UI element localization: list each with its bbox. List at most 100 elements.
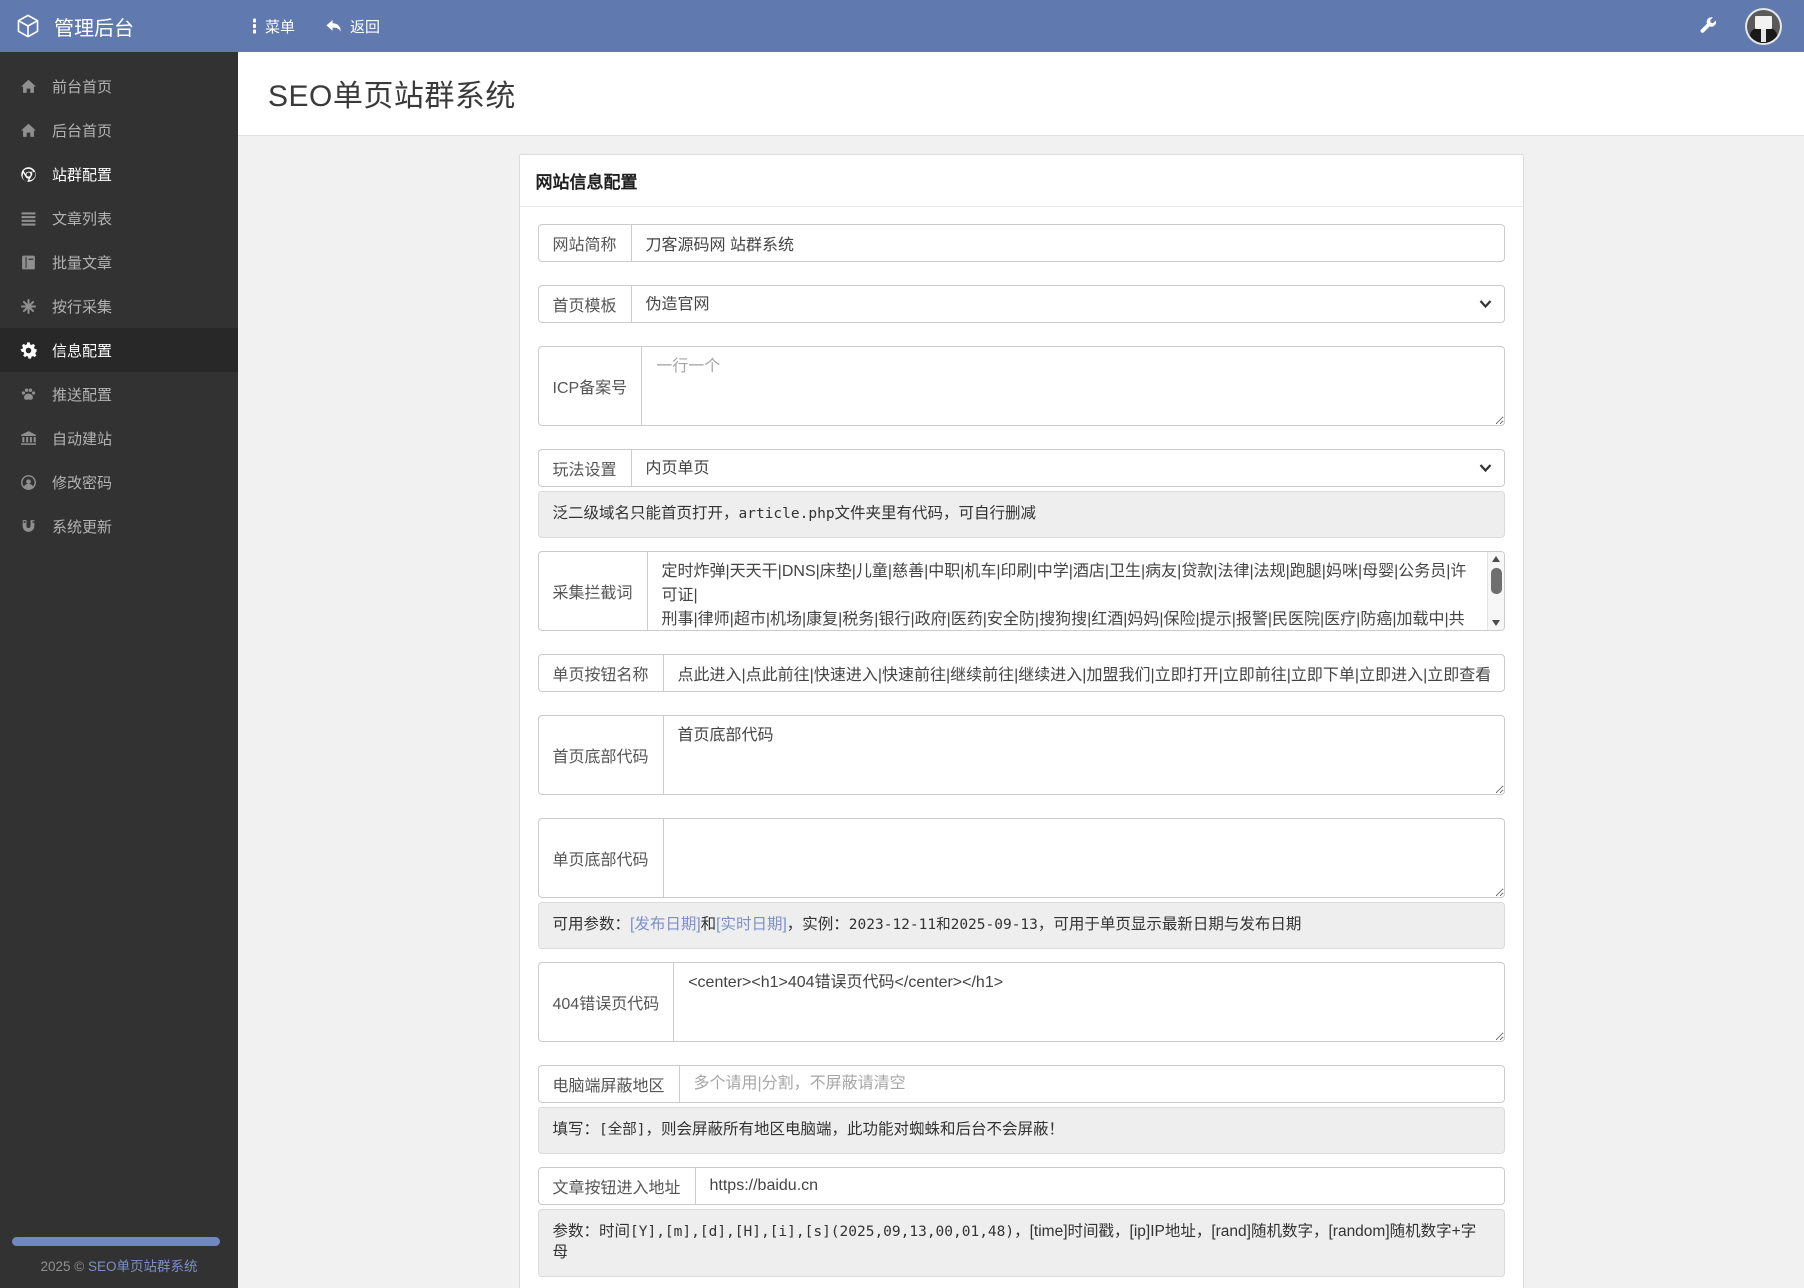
date-params-help: 可用参数：[发布日期]和[实时日期]，实例：2023-12-11和2025-09… — [537, 901, 1505, 949]
scroll-down-arrow[interactable] — [1491, 619, 1500, 626]
top-navbar: 管理后台 菜单 返回 — [0, 0, 1804, 52]
home-footer-code-label: 首页底部代码 — [537, 714, 663, 795]
gear-icon — [20, 341, 37, 359]
copyright-text: 2025 © — [40, 1259, 88, 1274]
user-avatar[interactable] — [1745, 7, 1782, 45]
back-label: 返回 — [350, 18, 381, 36]
sidebar-footer: 2025 © SEO单页站群系统 — [0, 1255, 238, 1275]
home-template-select[interactable]: 伪造官网 — [630, 285, 1505, 323]
chrome-icon — [21, 166, 36, 182]
footer-brand-link[interactable]: SEO单页站群系统 — [88, 1259, 198, 1274]
page-title: SEO单页站群系统 — [268, 80, 516, 113]
home-icon — [21, 79, 36, 93]
sidebar-item-batch-articles[interactable]: 批量文章 — [0, 240, 238, 284]
block-words-label: 采集拦截词 — [537, 550, 647, 631]
publish-date-param: [发布日期] — [630, 915, 701, 933]
sidebar-item-label: 系统更新 — [52, 518, 113, 536]
site-name-label: 网站简称 — [537, 224, 631, 262]
sidebar-item-front-home[interactable]: 前台首页 — [0, 64, 238, 108]
avatar-arm — [1761, 28, 1766, 42]
scrollbar-thumb[interactable] — [1490, 567, 1502, 594]
error404-label: 404错误页代码 — [537, 961, 674, 1042]
home-template-label: 首页模板 — [537, 285, 631, 323]
paw-icon — [21, 388, 36, 400]
url-params-help: 参数：时间[Y],[m],[d],[H],[i],[s](2025,09,13,… — [537, 1208, 1505, 1277]
sidebar-item-push-config[interactable]: 推送配置 — [0, 372, 238, 416]
top-nav-links: 菜单 返回 — [252, 16, 380, 37]
block-region-label: 电脑端屏蔽地区 — [537, 1064, 679, 1103]
card-title: 网站信息配置 — [519, 155, 1523, 207]
sidebar-item-auto-build[interactable]: 自动建站 — [0, 416, 238, 460]
sidebar-item-label: 修改密码 — [52, 474, 113, 492]
article-button-url-input[interactable] — [694, 1166, 1505, 1205]
field-button-names: 单页按钮名称 — [537, 653, 1505, 692]
icp-textarea[interactable] — [641, 346, 1505, 426]
play-mode-select[interactable]: 内页单页 — [630, 449, 1505, 487]
sidebar-scrollbar-thumb[interactable] — [12, 1237, 220, 1246]
field-article-button-url: 文章按钮进入地址 参数：时间[Y],[m],[d],[H],[i],[s](20… — [537, 1166, 1505, 1277]
sidebar-item-admin-home[interactable]: 后台首页 — [0, 108, 238, 152]
menu-label: 菜单 — [265, 18, 296, 36]
sidebar-item-label: 自动建站 — [52, 430, 113, 448]
burst-icon — [21, 298, 36, 314]
field-error404: 404错误页代码 <center><h1>404错误页代码</center></… — [537, 961, 1505, 1042]
site-info-config-card: 网站信息配置 网站简称 首页模板 伪造官网 — [518, 154, 1524, 1288]
play-mode-help: 泛二级域名只能首页打开，article.php文件夹里有代码，可自行删减 — [537, 491, 1505, 538]
bank-icon — [21, 430, 36, 445]
icp-label: ICP备案号 — [537, 346, 642, 426]
sidebar-item-system-update[interactable]: 系统更新 — [0, 504, 238, 548]
sidebar-item-change-password[interactable]: 修改密码 — [0, 460, 238, 504]
sidebar-item-label: 后台首页 — [52, 122, 113, 140]
sidebar-item-label: 信息配置 — [52, 342, 113, 360]
user-circle-icon — [21, 474, 36, 490]
scroll-up-arrow[interactable] — [1491, 555, 1500, 562]
page-header: SEO单页站群系统 — [238, 52, 1804, 136]
cube-icon — [15, 13, 41, 39]
field-home-footer-code: 首页底部代码 首页底部代码 — [537, 714, 1505, 795]
undo-arrow-icon — [325, 19, 342, 34]
page-footer-code-label: 单页底部代码 — [537, 817, 663, 898]
sidebar-item-label: 站群配置 — [52, 166, 113, 184]
button-names-input[interactable] — [662, 653, 1505, 692]
block-region-help: 填写：[全部]，则会屏蔽所有地区电脑端，此功能对蜘蛛和后台不会屏蔽！ — [537, 1106, 1505, 1154]
field-home-template: 首页模板 伪造官网 — [537, 285, 1505, 323]
error404-textarea[interactable]: <center><h1>404错误页代码</center></h1> — [673, 961, 1505, 1042]
book-icon — [22, 255, 35, 269]
sidebar-menu: 前台首页 后台首页 站群配置 文章列表 批量文章 按行采集 信息配置 推送配置 — [0, 52, 238, 548]
block-region-input[interactable] — [678, 1064, 1505, 1103]
menu-toggle[interactable]: 菜单 — [252, 16, 295, 37]
back-link[interactable]: 返回 — [325, 16, 380, 37]
content-area: 网站信息配置 网站简称 首页模板 伪造官网 — [238, 136, 1804, 1288]
home-icon — [21, 123, 36, 137]
sidebar-item-info-config[interactable]: 信息配置 — [0, 328, 238, 372]
site-name-input[interactable] — [630, 224, 1505, 262]
sidebar-item-site-group-config[interactable]: 站群配置 — [0, 152, 238, 196]
wrench-icon[interactable] — [1699, 17, 1717, 35]
field-block-words: 采集拦截词 定时炸弹|天天干|DNS|床垫|儿童|慈善|中职|机车|印刷|中学|… — [537, 550, 1505, 631]
sidebar-item-line-collect[interactable]: 按行采集 — [0, 284, 238, 328]
page-footer-code-textarea[interactable] — [662, 817, 1505, 898]
sidebar-item-label: 文章列表 — [52, 210, 113, 228]
card-body: 网站简称 首页模板 伪造官网 — [520, 207, 1523, 1288]
realtime-date-param: [实时日期] — [716, 915, 787, 933]
field-play-mode: 玩法设置 内页单页 泛二级域名只能首页打开，article.php文件夹里有代码… — [537, 449, 1505, 538]
sidebar-item-label: 批量文章 — [52, 254, 113, 272]
article-button-url-label: 文章按钮进入地址 — [537, 1166, 695, 1205]
home-footer-code-textarea[interactable]: 首页底部代码 — [662, 714, 1505, 795]
magnet-icon — [22, 519, 35, 532]
block-words-textarea[interactable]: 定时炸弹|天天干|DNS|床垫|儿童|慈善|中职|机车|印刷|中学|酒店|卫生|… — [646, 550, 1505, 631]
brand-title: 管理后台 — [54, 17, 134, 40]
button-names-label: 单页按钮名称 — [537, 653, 663, 692]
field-block-region: 电脑端屏蔽地区 填写：[全部]，则会屏蔽所有地区电脑端，此功能对蜘蛛和后台不会屏… — [537, 1064, 1505, 1154]
avatar-sign — [1755, 15, 1772, 29]
app-brand[interactable]: 管理后台 — [0, 12, 238, 41]
field-icp: ICP备案号 — [537, 346, 1505, 426]
list-icon — [21, 211, 36, 226]
textarea-scrollbar[interactable] — [1486, 551, 1504, 630]
sidebar-item-article-list[interactable]: 文章列表 — [0, 196, 238, 240]
sidebar-item-label: 推送配置 — [52, 386, 113, 404]
ellipsis-vertical-icon — [252, 18, 257, 34]
field-site-name: 网站简称 — [537, 224, 1505, 262]
sidebar: 前台首页 后台首页 站群配置 文章列表 批量文章 按行采集 信息配置 推送配置 — [0, 52, 238, 1288]
sidebar-item-label: 按行采集 — [52, 298, 113, 316]
